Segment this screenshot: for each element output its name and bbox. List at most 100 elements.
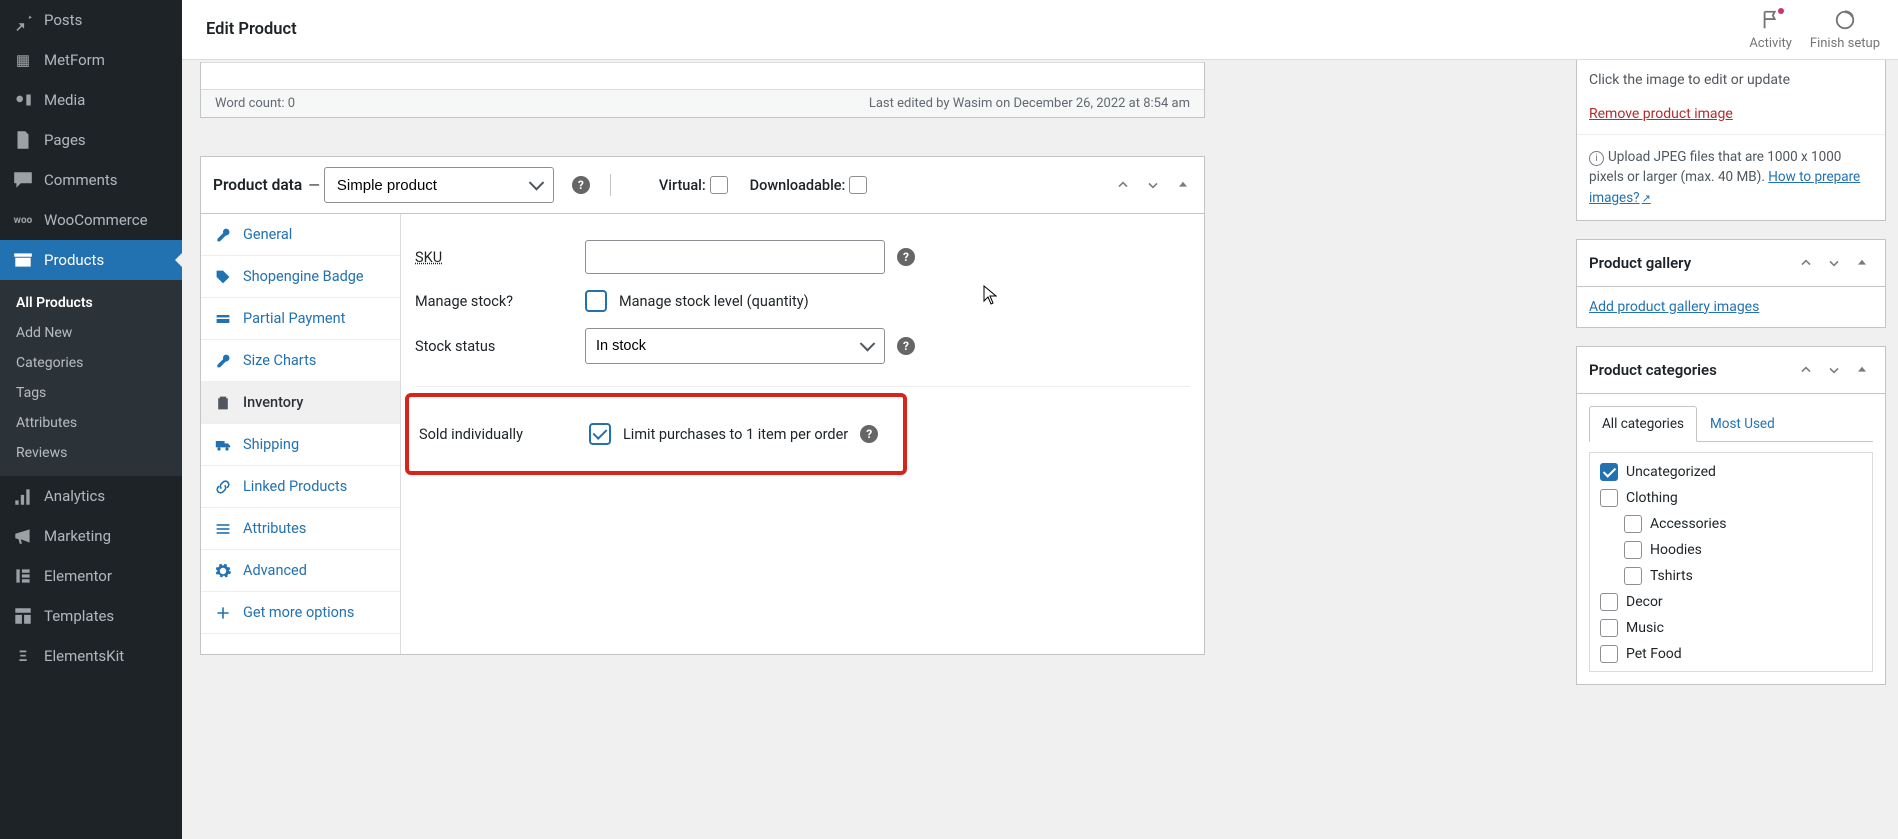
menu-elementskit[interactable]: Ξ ElementsKit	[0, 636, 182, 676]
info-icon: i	[1589, 151, 1604, 166]
submenu-reviews[interactable]: Reviews	[0, 438, 182, 468]
tab-get-more[interactable]: Get more options	[201, 592, 400, 634]
add-gallery-images-link[interactable]: Add product gallery images	[1589, 299, 1759, 315]
move-down-icon[interactable]	[1823, 252, 1845, 274]
sku-input[interactable]	[585, 240, 885, 274]
menu-metform[interactable]: ▦ MetForm	[0, 40, 182, 80]
menu-products[interactable]: Products	[0, 240, 182, 280]
category-item[interactable]: Clothing	[1598, 485, 1868, 511]
move-down-icon[interactable]	[1142, 174, 1164, 196]
submenu-categories[interactable]: Categories	[0, 348, 182, 378]
menu-label: Marketing	[44, 527, 111, 545]
media-icon	[12, 90, 34, 110]
sold-individually-checkbox[interactable]	[589, 423, 611, 445]
menu-posts[interactable]: Posts	[0, 0, 182, 40]
toggle-panel-icon[interactable]	[1172, 174, 1194, 196]
menu-elementor[interactable]: Elementor	[0, 556, 182, 596]
product-type-select[interactable]: Simple product	[324, 167, 554, 203]
remove-product-image-link[interactable]: Remove product image	[1589, 106, 1733, 122]
gallery-title: Product gallery	[1589, 254, 1691, 272]
category-item[interactable]: Decor	[1598, 589, 1868, 615]
manage-stock-checkbox[interactable]	[585, 290, 607, 312]
help-product-type-icon[interactable]: ?	[572, 176, 590, 194]
product-data-header: Product data — Simple product ? Virtual:…	[201, 157, 1204, 214]
category-checkbox[interactable]	[1600, 619, 1618, 637]
tab-label: Advanced	[243, 562, 307, 579]
form-icon: ▦	[12, 50, 34, 70]
help-sku-icon[interactable]: ?	[897, 248, 915, 266]
tab-shopengine-badge[interactable]: Shopengine Badge	[201, 256, 400, 298]
tab-linked-products[interactable]: Linked Products	[201, 466, 400, 508]
menu-woocommerce[interactable]: woo WooCommerce	[0, 200, 182, 240]
category-item[interactable]: Accessories	[1598, 511, 1868, 537]
move-up-icon[interactable]	[1112, 174, 1134, 196]
tab-all-categories[interactable]: All categories	[1589, 406, 1697, 442]
category-item[interactable]: Hoodies	[1598, 537, 1868, 563]
menu-label: Posts	[44, 11, 82, 29]
category-item[interactable]: Pet Food	[1598, 641, 1868, 667]
category-checkbox[interactable]	[1600, 489, 1618, 507]
submenu-attributes[interactable]: Attributes	[0, 408, 182, 438]
category-checkbox[interactable]	[1600, 463, 1618, 481]
progress-icon	[1834, 9, 1856, 34]
category-item[interactable]: Music	[1598, 615, 1868, 641]
tab-size-charts[interactable]: Size Charts	[201, 340, 400, 382]
move-up-icon[interactable]	[1795, 359, 1817, 381]
menu-label: Elementor	[44, 567, 112, 585]
finish-setup-button[interactable]: Finish setup	[1810, 9, 1880, 51]
tab-general[interactable]: General	[201, 214, 400, 256]
toggle-panel-icon[interactable]	[1851, 252, 1873, 274]
page-title: Edit Product	[206, 20, 297, 39]
header-actions: Activity Finish setup	[1550, 0, 1898, 60]
category-checkbox[interactable]	[1600, 593, 1618, 611]
category-checkbox[interactable]	[1600, 645, 1618, 663]
tab-inventory[interactable]: Inventory	[201, 382, 400, 424]
menu-templates[interactable]: Templates	[0, 596, 182, 636]
category-tabs: All categories Most Used	[1589, 406, 1873, 442]
tab-label: Get more options	[243, 604, 354, 621]
category-label: Decor	[1626, 594, 1663, 610]
virtual-checkbox[interactable]	[710, 176, 728, 194]
category-checkbox[interactable]	[1624, 515, 1642, 533]
product-data-tabs: General Shopengine Badge Partial Payment	[201, 214, 401, 654]
move-up-icon[interactable]	[1795, 252, 1817, 274]
elementor-icon	[12, 566, 34, 586]
menu-marketing[interactable]: Marketing	[0, 516, 182, 556]
move-down-icon[interactable]	[1823, 359, 1845, 381]
category-checkbox[interactable]	[1624, 567, 1642, 585]
category-item[interactable]: Uncategorized	[1598, 459, 1868, 485]
pushpin-icon	[12, 10, 34, 30]
category-label: Tshirts	[1650, 568, 1693, 584]
help-stock-status-icon[interactable]: ?	[897, 337, 915, 355]
menu-media[interactable]: Media	[0, 80, 182, 120]
field-sold-label: Sold individually	[419, 426, 589, 443]
tab-partial-payment[interactable]: Partial Payment	[201, 298, 400, 340]
wrench-icon	[215, 353, 235, 369]
tab-most-used[interactable]: Most Used	[1697, 406, 1788, 442]
downloadable-toggle[interactable]: Downloadable:	[750, 176, 868, 194]
tab-shipping[interactable]: Shipping	[201, 424, 400, 466]
stock-status-select[interactable]: In stock	[585, 328, 885, 364]
menu-analytics[interactable]: Analytics	[0, 476, 182, 516]
downloadable-checkbox[interactable]	[849, 176, 867, 194]
category-item[interactable]: Tshirts	[1598, 563, 1868, 589]
submenu-add-new[interactable]: Add New	[0, 318, 182, 348]
toggle-panel-icon[interactable]	[1851, 359, 1873, 381]
tab-label: Linked Products	[243, 478, 347, 495]
editor-footer: Word count: 0 Last edited by Wasim on De…	[200, 62, 1205, 118]
tab-attributes[interactable]: Attributes	[201, 508, 400, 550]
sold-individually-highlight: Sold individually Limit purchases to 1 i…	[405, 393, 907, 475]
category-checkbox[interactable]	[1624, 541, 1642, 559]
menu-pages[interactable]: Pages	[0, 120, 182, 160]
activity-button[interactable]: Activity	[1749, 9, 1792, 51]
categories-list[interactable]: UncategorizedClothingAccessoriesHoodies T…	[1589, 452, 1873, 672]
tab-advanced[interactable]: Advanced	[201, 550, 400, 592]
menu-comments[interactable]: Comments	[0, 160, 182, 200]
help-sold-icon[interactable]: ?	[860, 425, 878, 443]
page-header: Edit Product	[182, 0, 1550, 60]
virtual-toggle[interactable]: Virtual:	[659, 176, 728, 194]
submenu-tags[interactable]: Tags	[0, 378, 182, 408]
elementskit-icon: Ξ	[12, 646, 34, 666]
submenu-all-products[interactable]: All Products	[0, 288, 182, 318]
analytics-icon	[12, 486, 34, 506]
